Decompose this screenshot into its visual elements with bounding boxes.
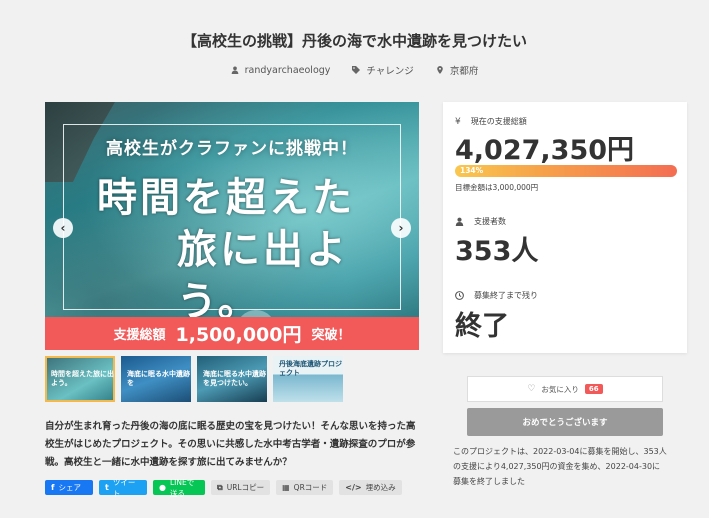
thumbnail-4[interactable]: 丹後海底遺跡プロジェクト xyxy=(273,356,343,402)
thumbnail-strip: 時間を超えた旅に出よう。 海底に眠る水中遺跡を 海底に眠る水中遺跡を見つけたい。… xyxy=(45,356,343,402)
goal-amount: 目標金額は3,000,000円 xyxy=(455,183,539,192)
banner-amount: 1,500,000円 xyxy=(175,324,302,346)
congratulations-button[interactable]: おめでとうございます xyxy=(467,408,663,436)
user-icon xyxy=(231,66,239,74)
funding-label-row: ¥ 現在の支援総額 xyxy=(455,116,527,127)
previous-image-button[interactable]: ‹ xyxy=(53,218,73,238)
code-icon: </> xyxy=(345,483,362,492)
thumbnail-caption: 丹後海底遺跡プロジェクト xyxy=(279,360,342,377)
map-pin-icon xyxy=(437,66,443,74)
favorite-label: お気に入り xyxy=(541,384,579,394)
project-main-image[interactable]: 高校生がクラファンに挑戦中！ 時間を超えた 旅に出よう。 ‹ › 支援総額 1,… xyxy=(45,102,419,350)
progress-percent: 134% xyxy=(460,166,484,175)
line-share-button[interactable]: ● LINEで送る xyxy=(153,478,205,498)
thumbnail-1[interactable]: 時間を超えた旅に出よう。 xyxy=(45,356,115,402)
clock-icon xyxy=(455,291,464,300)
hero-brush-line-1: 時間を超えた xyxy=(97,174,355,221)
hero-headline: 高校生がクラファンに挑戦中！ xyxy=(106,139,358,159)
tag-icon xyxy=(352,66,361,74)
thumbnail-2[interactable]: 海底に眠る水中遺跡を xyxy=(121,356,191,402)
twitter-share-label: ツイート xyxy=(112,477,136,498)
remaining-value: 終了 xyxy=(455,311,509,342)
facebook-share-label: シェア xyxy=(58,483,81,492)
embed-button[interactable]: </> 埋め込み xyxy=(339,480,402,495)
hero-banner: 支援総額 1,500,000円 突破！ xyxy=(45,317,419,350)
funding-progress-bar: 134% xyxy=(455,165,677,177)
remaining-label: 募集終了まで残り xyxy=(474,291,538,300)
embed-label: 埋め込み xyxy=(365,483,396,492)
yen-icon: ¥ xyxy=(455,116,461,127)
thumbnail-caption: 海底に眠る水中遺跡を見つけたい。 xyxy=(203,370,266,387)
facebook-share-button[interactable]: f シェア xyxy=(45,480,93,495)
backers-value: 353人 xyxy=(455,236,539,267)
remaining-label-row: 募集終了まで残り xyxy=(455,290,538,301)
banner-prefix: 支援総額 xyxy=(113,328,166,343)
project-meta: randyarchaeology チャレンジ 京都府 xyxy=(0,63,709,77)
funding-label: 現在の支援総額 xyxy=(470,117,527,126)
link-icon: ⧉ xyxy=(217,482,223,492)
thumbnail-caption: 海底に眠る水中遺跡を xyxy=(127,370,190,387)
url-copy-label: URLコピー xyxy=(226,483,265,492)
author-link[interactable]: randyarchaeology xyxy=(231,63,331,77)
project-description: 自分が生まれ育った丹後の海の底に眠る歴史の宝を見つけたい！そんな思いを持った高校… xyxy=(45,421,416,468)
category-name: チャレンジ xyxy=(366,66,414,77)
heart-icon: ♡ xyxy=(527,384,536,394)
category-link[interactable]: チャレンジ xyxy=(352,63,414,77)
line-icon: ● xyxy=(159,483,166,492)
url-copy-button[interactable]: ⧉ URLコピー xyxy=(211,480,271,495)
thumbnail-caption: 時間を超えた旅に出よう。 xyxy=(51,370,114,387)
banner-suffix: 突破！ xyxy=(311,328,351,343)
facebook-icon: f xyxy=(51,483,55,492)
thumbnail-3[interactable]: 海底に眠る水中遺跡を見つけたい。 xyxy=(197,356,267,402)
location-name: 京都府 xyxy=(449,66,479,77)
favorite-button[interactable]: ♡ お気に入り 66 xyxy=(467,376,663,402)
project-title: 【高校生の挑戦】丹後の海で水中遺跡を見つけたい xyxy=(181,32,527,50)
chevron-right-icon: › xyxy=(398,221,404,235)
project-summary: このプロジェクトは、2022-03-04に募集を開始し、353人の支援により4,… xyxy=(453,447,667,486)
qr-code-button[interactable]: ▦ QRコード xyxy=(276,480,334,495)
share-bar: f シェア t ツイート ● LINEで送る ⧉ URLコピー ▦ QRコード … xyxy=(45,478,402,498)
stats-panel: ¥ 現在の支援総額 4,027,350円 134% 目標金額は3,000,000… xyxy=(443,102,687,353)
qr-code-icon: ▦ xyxy=(282,483,290,492)
next-image-button[interactable]: › xyxy=(391,218,411,238)
hero-brush-text: 時間を超えた 旅に出よう。 xyxy=(97,172,377,328)
twitter-share-button[interactable]: t ツイート xyxy=(99,478,147,498)
user-icon xyxy=(455,217,464,226)
location-link[interactable]: 京都府 xyxy=(436,63,479,77)
favorite-count-badge: 66 xyxy=(584,384,603,394)
twitter-icon: t xyxy=(105,483,109,492)
backers-label-row: 支援者数 xyxy=(455,216,506,227)
author-name: randyarchaeology xyxy=(244,64,331,76)
chevron-left-icon: ‹ xyxy=(60,221,66,235)
qr-code-label: QRコード xyxy=(293,483,328,492)
funding-value: 4,027,350円 xyxy=(455,135,635,166)
line-share-label: LINEで送る xyxy=(169,477,195,498)
backers-label: 支援者数 xyxy=(474,217,506,226)
